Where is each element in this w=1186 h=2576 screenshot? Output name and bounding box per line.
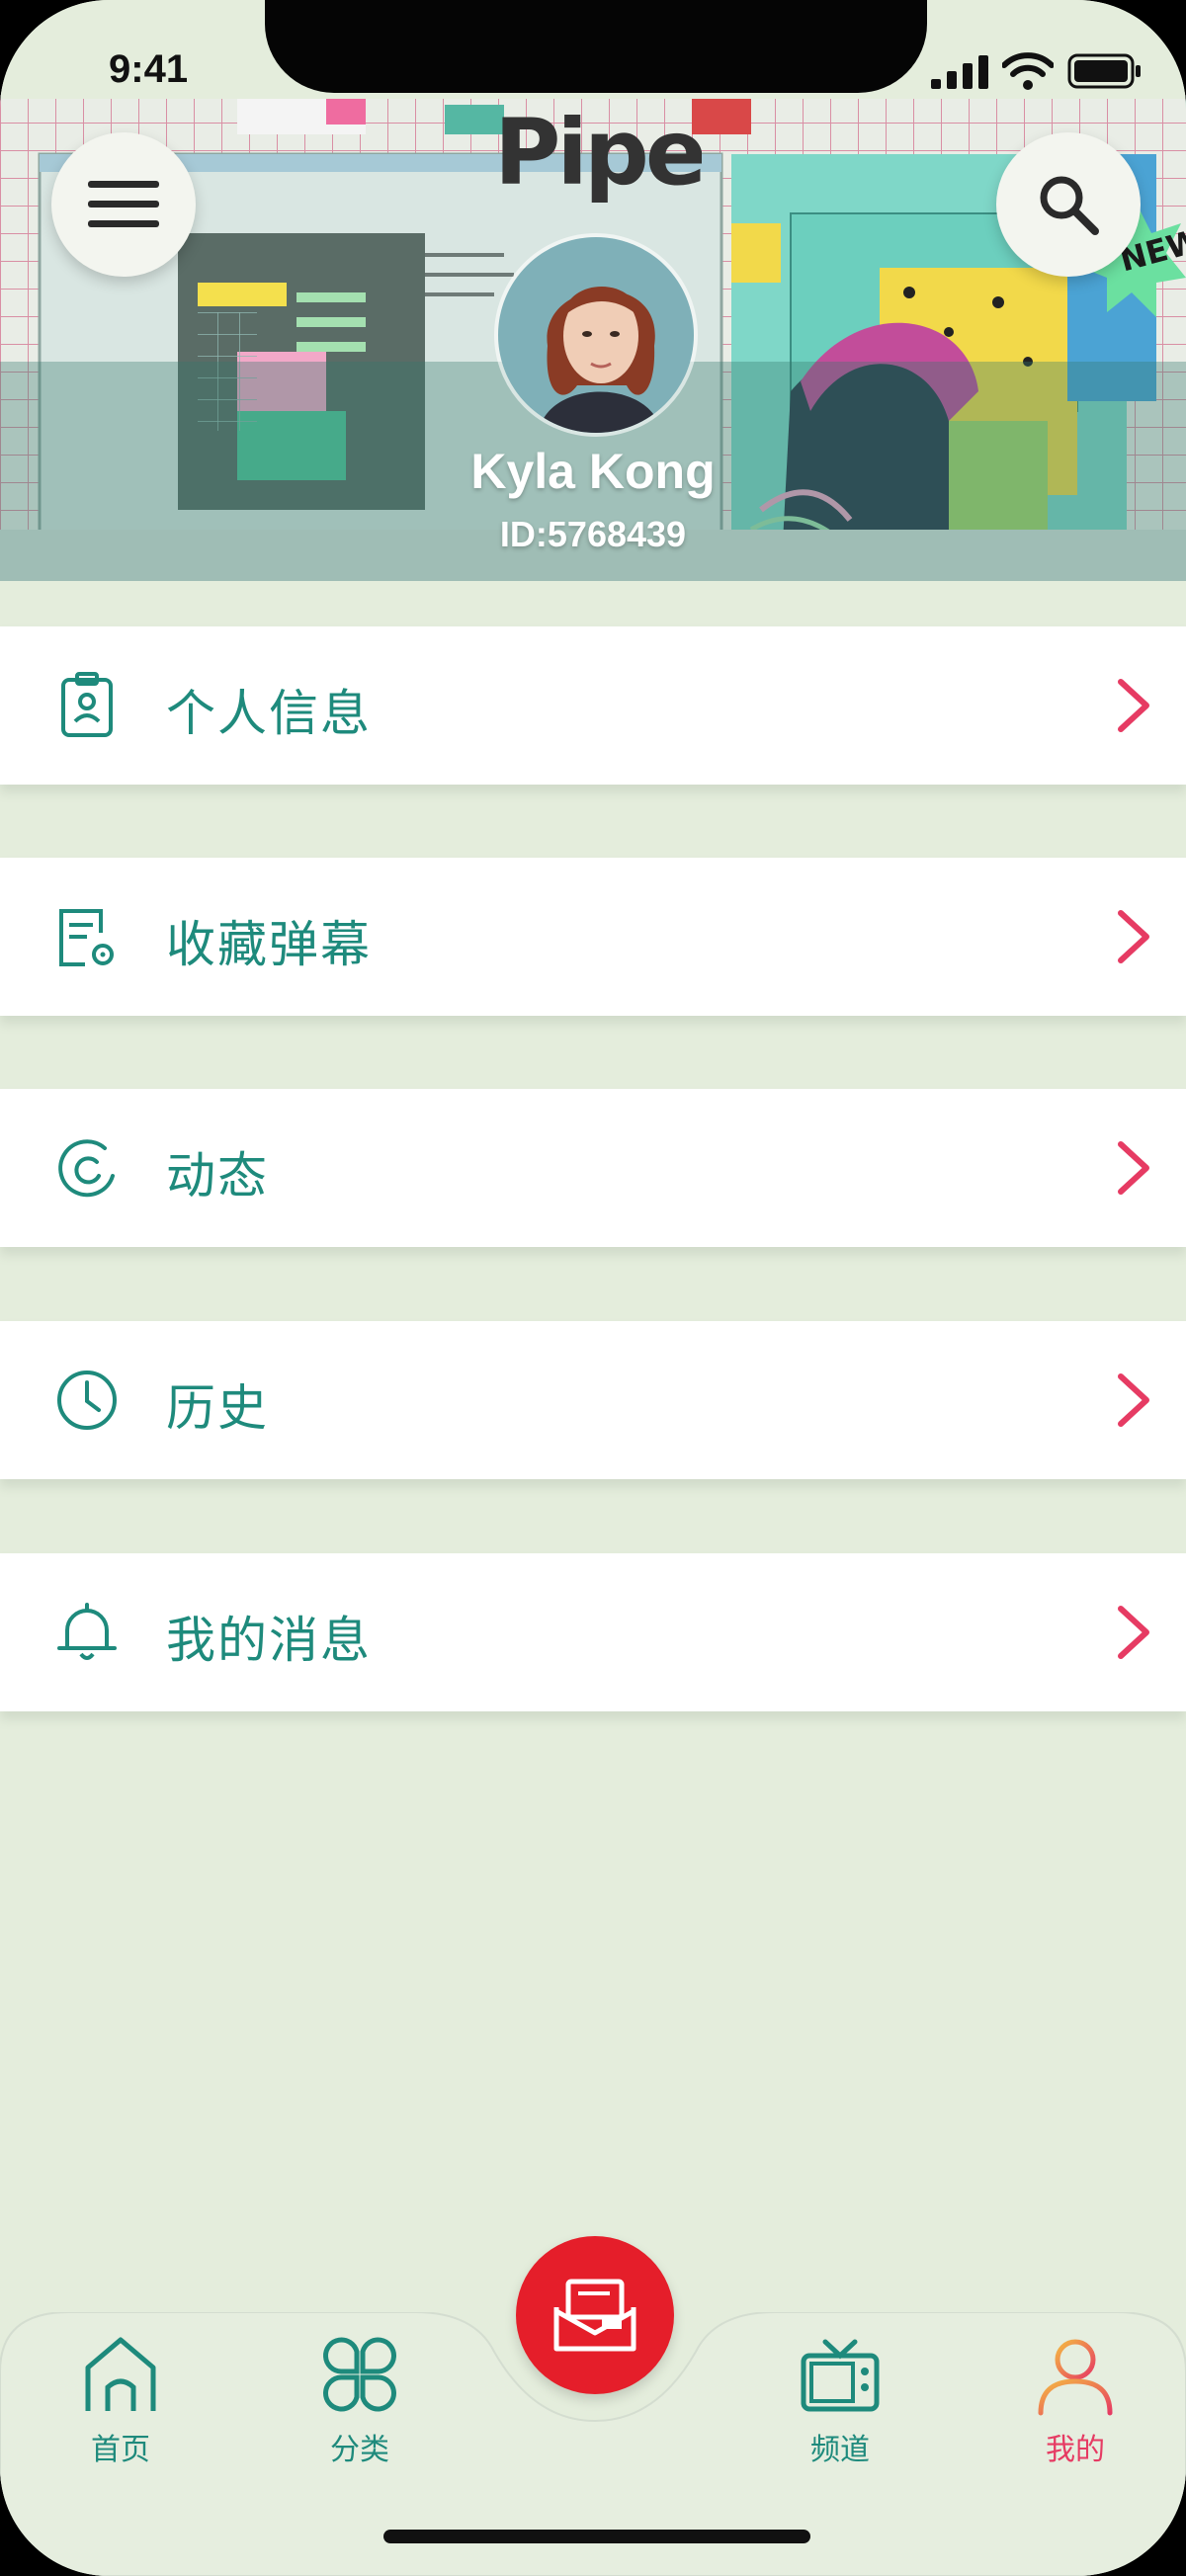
tv-icon bbox=[801, 2339, 880, 2412]
tab-label: 首页 bbox=[91, 2433, 150, 2467]
battery-icon bbox=[1067, 53, 1141, 89]
menu-item-label: 个人信息 bbox=[166, 685, 372, 742]
bell-icon bbox=[57, 1603, 117, 1660]
chevron-right-icon bbox=[1118, 679, 1149, 732]
menu-button[interactable] bbox=[51, 132, 196, 277]
tab-channel[interactable]: 频道 bbox=[761, 2332, 919, 2480]
mail-icon bbox=[553, 2279, 636, 2352]
status-bar: 9:41 bbox=[0, 0, 1186, 99]
user-avatar[interactable] bbox=[494, 233, 698, 437]
hamburger-icon bbox=[88, 181, 159, 227]
menu-item-activity[interactable]: 动态 bbox=[0, 1089, 1186, 1247]
chevron-right-icon bbox=[1118, 1606, 1149, 1659]
tab-home[interactable]: 首页 bbox=[42, 2332, 200, 2480]
menu-item-label: 收藏弹幕 bbox=[166, 916, 372, 973]
signal-icon bbox=[931, 55, 988, 89]
menu-item-personal-info[interactable]: 个人信息 bbox=[0, 626, 1186, 785]
menu-item-my-messages[interactable]: 我的消息 bbox=[0, 1553, 1186, 1711]
pipe-logo: Pipe bbox=[494, 105, 702, 206]
clock-icon bbox=[57, 1371, 117, 1430]
user-id: ID:5768439 bbox=[499, 514, 687, 554]
avatar-portrait bbox=[498, 237, 694, 433]
wifi-icon bbox=[1002, 52, 1054, 90]
profile-header: NEW Pipe Kyla Kong ID:5768439 bbox=[0, 95, 1186, 581]
menu-item-label: 动态 bbox=[166, 1147, 269, 1205]
tab-category[interactable]: 分类 bbox=[281, 2332, 439, 2480]
search-icon bbox=[1040, 176, 1099, 235]
menu-item-label: 我的消息 bbox=[166, 1612, 372, 1669]
profile-icon bbox=[1038, 2339, 1113, 2416]
id-badge-icon bbox=[61, 672, 113, 737]
notch bbox=[265, 0, 927, 93]
chevron-right-icon bbox=[1118, 910, 1149, 963]
category-icon bbox=[323, 2337, 396, 2412]
menu-item-favorite-danmaku[interactable]: 收藏弹幕 bbox=[0, 858, 1186, 1016]
svg-text:Pipe: Pipe bbox=[494, 105, 702, 206]
search-button[interactable] bbox=[996, 132, 1141, 277]
center-mail-button[interactable] bbox=[516, 2236, 674, 2394]
menu-item-label: 历史 bbox=[166, 1379, 269, 1437]
tab-label: 我的 bbox=[1046, 2433, 1105, 2467]
document-gear-icon bbox=[59, 909, 114, 966]
activity-icon bbox=[58, 1139, 115, 1198]
tab-label: 频道 bbox=[810, 2433, 870, 2467]
home-indicator bbox=[383, 2530, 810, 2543]
chevron-right-icon bbox=[1118, 1373, 1149, 1427]
menu-item-history[interactable]: 历史 bbox=[0, 1321, 1186, 1479]
status-time: 9:41 bbox=[109, 47, 189, 91]
phone-screen: NEW Pipe Kyla Kong ID:5768439 9:41 个人信息 … bbox=[0, 0, 1186, 2576]
tab-mine[interactable]: 我的 bbox=[996, 2332, 1154, 2480]
user-name: Kyla Kong bbox=[470, 444, 716, 499]
chevron-right-icon bbox=[1118, 1141, 1149, 1195]
tab-label: 分类 bbox=[330, 2433, 389, 2467]
home-icon bbox=[85, 2337, 156, 2411]
